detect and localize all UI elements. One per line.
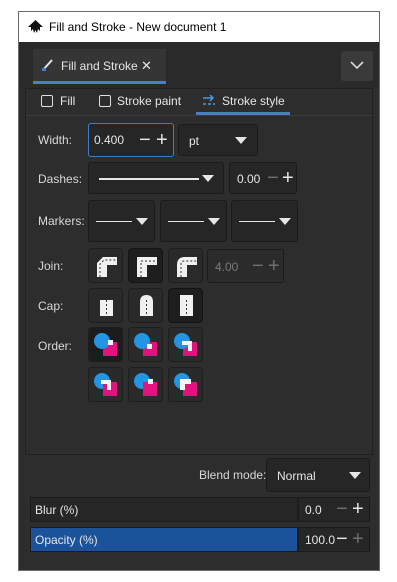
miter-limit-spinbox[interactable]: 4.00 − + (207, 249, 284, 283)
minus-icon[interactable]: − (139, 130, 151, 150)
paint-order-icon (94, 373, 117, 396)
join-miter-button[interactable] (128, 248, 163, 283)
blur-slider[interactable]: Blur (%) (30, 497, 298, 522)
miter-limit-value: 4.00 (215, 260, 239, 274)
mid-marker-select[interactable] (160, 200, 227, 242)
bevel-join-icon (97, 257, 117, 277)
width-spinbox[interactable]: 0.400 − + (88, 123, 174, 157)
plus-icon[interactable]: + (282, 168, 294, 188)
opacity-spinbox[interactable]: 100.0 − + (298, 527, 370, 552)
paint-order-icon (174, 373, 197, 396)
blur-label: Blur (%) (35, 503, 79, 517)
dashes-label: Dashes: (38, 172, 83, 186)
checkbox-square-icon (99, 95, 111, 107)
chevron-down-icon (350, 61, 364, 70)
dash-offset-value: 0.00 (237, 172, 261, 186)
start-marker-select[interactable] (88, 200, 155, 242)
subtab-divider (26, 115, 372, 116)
tab-label: Fill and Stroke (61, 59, 138, 73)
miter-join-icon (137, 257, 157, 277)
marker-line-icon (168, 221, 204, 222)
round-join-icon (177, 257, 197, 277)
order-markers-fill-stroke-button[interactable] (88, 367, 123, 402)
dropdown-caret-icon (235, 137, 247, 144)
order-label: Order: (38, 339, 73, 353)
join-round-button[interactable] (168, 248, 203, 283)
subtab-fill[interactable]: Fill (33, 92, 85, 112)
opacity-slider[interactable]: Opacity (%) (30, 527, 298, 552)
subtab-stroke-style[interactable]: Stroke style (196, 90, 290, 115)
plus-icon[interactable]: + (352, 499, 364, 519)
subtab-label: Stroke paint (117, 94, 182, 108)
solid-line-icon (99, 178, 199, 180)
blur-value: 0.0 (305, 503, 322, 517)
cap-square-button[interactable] (168, 288, 203, 323)
width-value: 0.400 (94, 133, 125, 147)
minus-icon[interactable]: − (267, 168, 279, 188)
width-unit-select[interactable]: pt (178, 124, 258, 156)
plus-icon[interactable]: + (156, 130, 168, 150)
fill-stroke-icon (42, 59, 53, 71)
inkscape-logo-icon (28, 20, 43, 33)
square-cap-icon (180, 295, 193, 316)
join-label: Join: (38, 259, 64, 273)
order-stroke-fill-markers-button[interactable] (128, 327, 163, 362)
marker-line-icon (96, 221, 132, 222)
paint-order-icon (94, 333, 117, 356)
tab-fill-and-stroke[interactable]: Fill and Stroke ✕ (33, 49, 166, 84)
checkbox-square-icon (41, 95, 53, 107)
paint-order-icon (134, 333, 157, 356)
paint-order-icon (134, 373, 157, 396)
dropdown-caret-icon (202, 175, 214, 182)
minus-icon[interactable]: − (252, 256, 264, 276)
dropdown-caret-icon (279, 218, 291, 225)
dash-pattern-select[interactable] (88, 162, 224, 194)
opacity-label: Opacity (%) (35, 533, 98, 547)
dropdown-caret-icon (208, 218, 220, 225)
marker-line-icon (239, 221, 275, 222)
join-bevel-button[interactable] (88, 248, 123, 283)
title-bar[interactable]: Fill and Stroke - New document 1 (18, 11, 380, 42)
blend-mode-label: Blend mode: (199, 468, 267, 482)
minus-icon[interactable]: − (336, 499, 348, 519)
plus-icon[interactable]: + (268, 256, 280, 276)
blend-mode-select[interactable]: Normal (266, 458, 370, 492)
dropdown-caret-icon (349, 472, 361, 479)
cap-label: Cap: (38, 299, 64, 313)
dialog-menu-button[interactable] (341, 51, 373, 81)
order-stroke-markers-fill-button[interactable] (128, 367, 163, 402)
end-marker-select[interactable] (231, 200, 298, 242)
order-fill-stroke-markers-button[interactable] (88, 327, 123, 362)
width-label: Width: (38, 133, 73, 147)
opacity-value: 100.0 (305, 533, 336, 547)
order-fill-markers-stroke-button[interactable] (168, 327, 203, 362)
width-unit-value: pt (189, 134, 200, 148)
cap-butt-button[interactable] (88, 288, 123, 323)
subtab-label: Fill (60, 94, 76, 108)
plus-icon[interactable]: + (352, 529, 364, 549)
close-tab-icon[interactable]: ✕ (141, 58, 152, 74)
blur-spinbox[interactable]: 0.0 − + (298, 497, 370, 522)
cap-round-button[interactable] (128, 288, 163, 323)
subtab-label: Stroke style (222, 94, 285, 108)
dash-offset-spinbox[interactable]: 0.00 − + (229, 162, 297, 194)
paint-order-icon (174, 333, 197, 356)
subtab-stroke-paint[interactable]: Stroke paint (92, 92, 192, 112)
order-markers-stroke-fill-button[interactable] (168, 367, 203, 402)
window-title: Fill and Stroke - New document 1 (49, 20, 227, 34)
stroke-style-icon (203, 95, 215, 105)
minus-icon[interactable]: − (336, 529, 348, 549)
dropdown-caret-icon (136, 218, 148, 225)
blend-mode-value: Normal (277, 469, 316, 483)
round-cap-icon (140, 295, 153, 316)
markers-label: Markers: (38, 214, 85, 228)
butt-cap-icon (100, 300, 113, 316)
